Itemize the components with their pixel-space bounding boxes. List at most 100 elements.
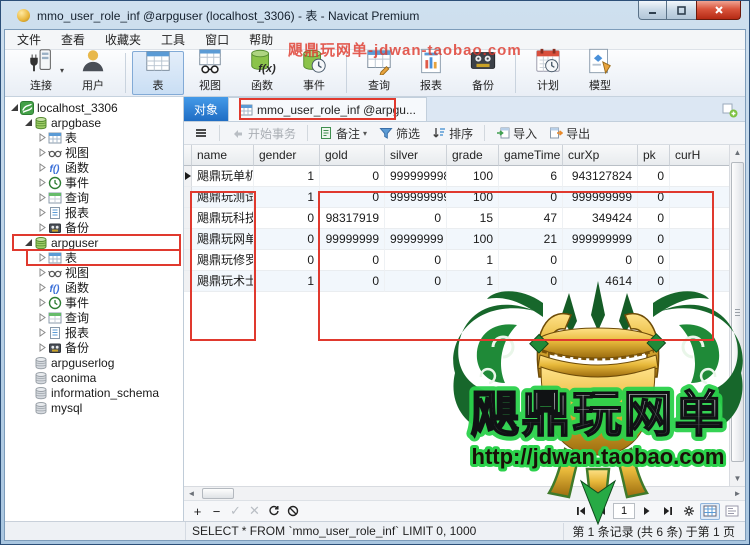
expanded-arrow-icon[interactable]: [23, 118, 33, 128]
vertical-scrollbar[interactable]: ▲ ▼: [729, 145, 745, 486]
cell-gold[interactable]: 0: [320, 166, 385, 187]
collapsed-arrow-icon[interactable]: [37, 283, 47, 293]
horizontal-scroll-thumb[interactable]: [202, 488, 234, 499]
no-arrow[interactable]: [23, 388, 33, 398]
table-row[interactable]: 飓鼎玩科技098317919015473494240: [184, 208, 745, 229]
cell-gender[interactable]: 0: [254, 250, 320, 271]
column-header-silver[interactable]: silver: [385, 145, 447, 166]
tree-item-arpgbase[interactable]: arpgbase: [5, 115, 183, 130]
cell-grade[interactable]: 100: [447, 187, 499, 208]
cell-curXp[interactable]: 349424: [563, 208, 638, 229]
column-header-pk[interactable]: pk: [638, 145, 670, 166]
collapsed-arrow-icon[interactable]: [37, 223, 47, 233]
minimize-button[interactable]: [638, 1, 667, 20]
scroll-down-arrow[interactable]: ▼: [730, 471, 745, 486]
tree-item-arpgbase-views[interactable]: 视图: [5, 145, 183, 160]
event-button[interactable]: 事件: [288, 51, 340, 95]
tree-item-arpguser-events[interactable]: 事件: [5, 295, 183, 310]
tree-item-information-schema[interactable]: information_schema: [5, 385, 183, 400]
memo-button[interactable]: 备注▾: [315, 123, 371, 144]
tree-item-arpguser[interactable]: arpguser: [5, 235, 183, 250]
cell-gameTime[interactable]: 47: [499, 208, 563, 229]
page-number-box[interactable]: 1: [613, 503, 635, 519]
table-row[interactable]: 飓鼎玩术士1001046140: [184, 271, 745, 292]
cell-curH[interactable]: [670, 187, 732, 208]
maximize-button[interactable]: [667, 1, 696, 20]
delete-record-button[interactable]: −: [207, 503, 226, 520]
row-gutter[interactable]: [184, 229, 192, 250]
no-arrow[interactable]: [23, 403, 33, 413]
tree-item-arpguser-backups[interactable]: 备份: [5, 340, 183, 355]
tab-table-mmo-user-role-inf[interactable]: mmo_user_role_inf @arpgu...: [228, 97, 427, 121]
cell-gameTime[interactable]: 0: [499, 271, 563, 292]
cell-curXp[interactable]: 4614: [563, 271, 638, 292]
begin-transaction-button[interactable]: 开始事务: [227, 123, 300, 144]
tree-item-arpgbase-events[interactable]: 事件: [5, 175, 183, 190]
cell-gold[interactable]: 98317919: [320, 208, 385, 229]
export-button[interactable]: 导出: [545, 123, 594, 144]
cell-curXp[interactable]: 999999999: [563, 187, 638, 208]
cell-silver[interactable]: 0: [385, 208, 447, 229]
model-button[interactable]: 模型: [574, 51, 626, 95]
row-gutter[interactable]: [184, 187, 192, 208]
tree-item-arpguser-reports[interactable]: 报表: [5, 325, 183, 340]
close-button[interactable]: [696, 1, 741, 20]
scroll-right-arrow[interactable]: ►: [730, 487, 745, 500]
filter-button[interactable]: 筛选: [375, 123, 424, 144]
tree-item-arpgbase-queries[interactable]: 查询: [5, 190, 183, 205]
vertical-scroll-thumb[interactable]: [731, 162, 744, 462]
row-gutter[interactable]: [184, 166, 192, 187]
cell-silver[interactable]: 0: [385, 271, 447, 292]
cell-grade[interactable]: 1: [447, 271, 499, 292]
collapsed-arrow-icon[interactable]: [37, 178, 47, 188]
row-gutter[interactable]: [184, 250, 192, 271]
refresh-button[interactable]: [264, 503, 283, 520]
row-gutter[interactable]: [184, 208, 192, 229]
collapsed-arrow-icon[interactable]: [37, 298, 47, 308]
report-button[interactable]: 报表: [405, 51, 457, 95]
cell-name[interactable]: 飓鼎玩科技: [192, 208, 254, 229]
form-view-button[interactable]: [722, 503, 742, 520]
table-row[interactable]: 飓鼎玩单机1099999999810069431278240: [184, 166, 745, 187]
cell-gold[interactable]: 99999999: [320, 229, 385, 250]
dropdown-caret-icon[interactable]: ▾: [60, 66, 64, 75]
grid-view-button[interactable]: [700, 503, 720, 520]
row-gutter[interactable]: [184, 271, 192, 292]
cell-silver[interactable]: 999999999: [385, 187, 447, 208]
cell-grade[interactable]: 15: [447, 208, 499, 229]
cell-silver[interactable]: 999999998: [385, 166, 447, 187]
collapsed-arrow-icon[interactable]: [37, 148, 47, 158]
import-button[interactable]: 导入: [492, 123, 541, 144]
cell-pk[interactable]: 0: [638, 250, 670, 271]
column-header-gender[interactable]: gender: [254, 145, 320, 166]
column-header-gold[interactable]: gold: [320, 145, 385, 166]
cell-gameTime[interactable]: 21: [499, 229, 563, 250]
tree-item-arpgbase-tables[interactable]: 表: [5, 130, 183, 145]
cell-gold[interactable]: 0: [320, 187, 385, 208]
tree-item-caonima[interactable]: caonima: [5, 370, 183, 385]
expanded-arrow-icon[interactable]: [23, 238, 33, 248]
cell-gameTime[interactable]: 0: [499, 187, 563, 208]
cell-curXp[interactable]: 0: [563, 250, 638, 271]
cell-name[interactable]: 飓鼎玩网单: [192, 229, 254, 250]
column-header-grade[interactable]: grade: [447, 145, 499, 166]
cell-silver[interactable]: 99999999: [385, 229, 447, 250]
tree-item-localhost-3306[interactable]: localhost_3306: [5, 100, 183, 115]
tree-item-arpgbase-reports[interactable]: 报表: [5, 205, 183, 220]
table-row[interactable]: 飓鼎玩修罗0001000: [184, 250, 745, 271]
tree-item-arpguser-functions[interactable]: f()函数: [5, 280, 183, 295]
cell-curH[interactable]: [670, 271, 732, 292]
cell-pk[interactable]: 0: [638, 187, 670, 208]
table-row[interactable]: 飓鼎玩网单09999999999999999100219999999990: [184, 229, 745, 250]
function-button[interactable]: f(x)函数: [236, 51, 288, 95]
cell-grade[interactable]: 1: [447, 250, 499, 271]
collapsed-arrow-icon[interactable]: [37, 133, 47, 143]
horizontal-scrollbar[interactable]: ◄ ►: [184, 486, 745, 500]
collapsed-arrow-icon[interactable]: [37, 268, 47, 278]
table-row[interactable]: 飓鼎玩测试1099999999910009999999990: [184, 187, 745, 208]
apply-changes-button[interactable]: ✓: [226, 503, 245, 520]
new-tab-button[interactable]: [720, 101, 740, 118]
discard-changes-button[interactable]: ✕: [245, 503, 264, 520]
cell-pk[interactable]: 0: [638, 166, 670, 187]
tab-objects[interactable]: 对象: [184, 97, 228, 121]
